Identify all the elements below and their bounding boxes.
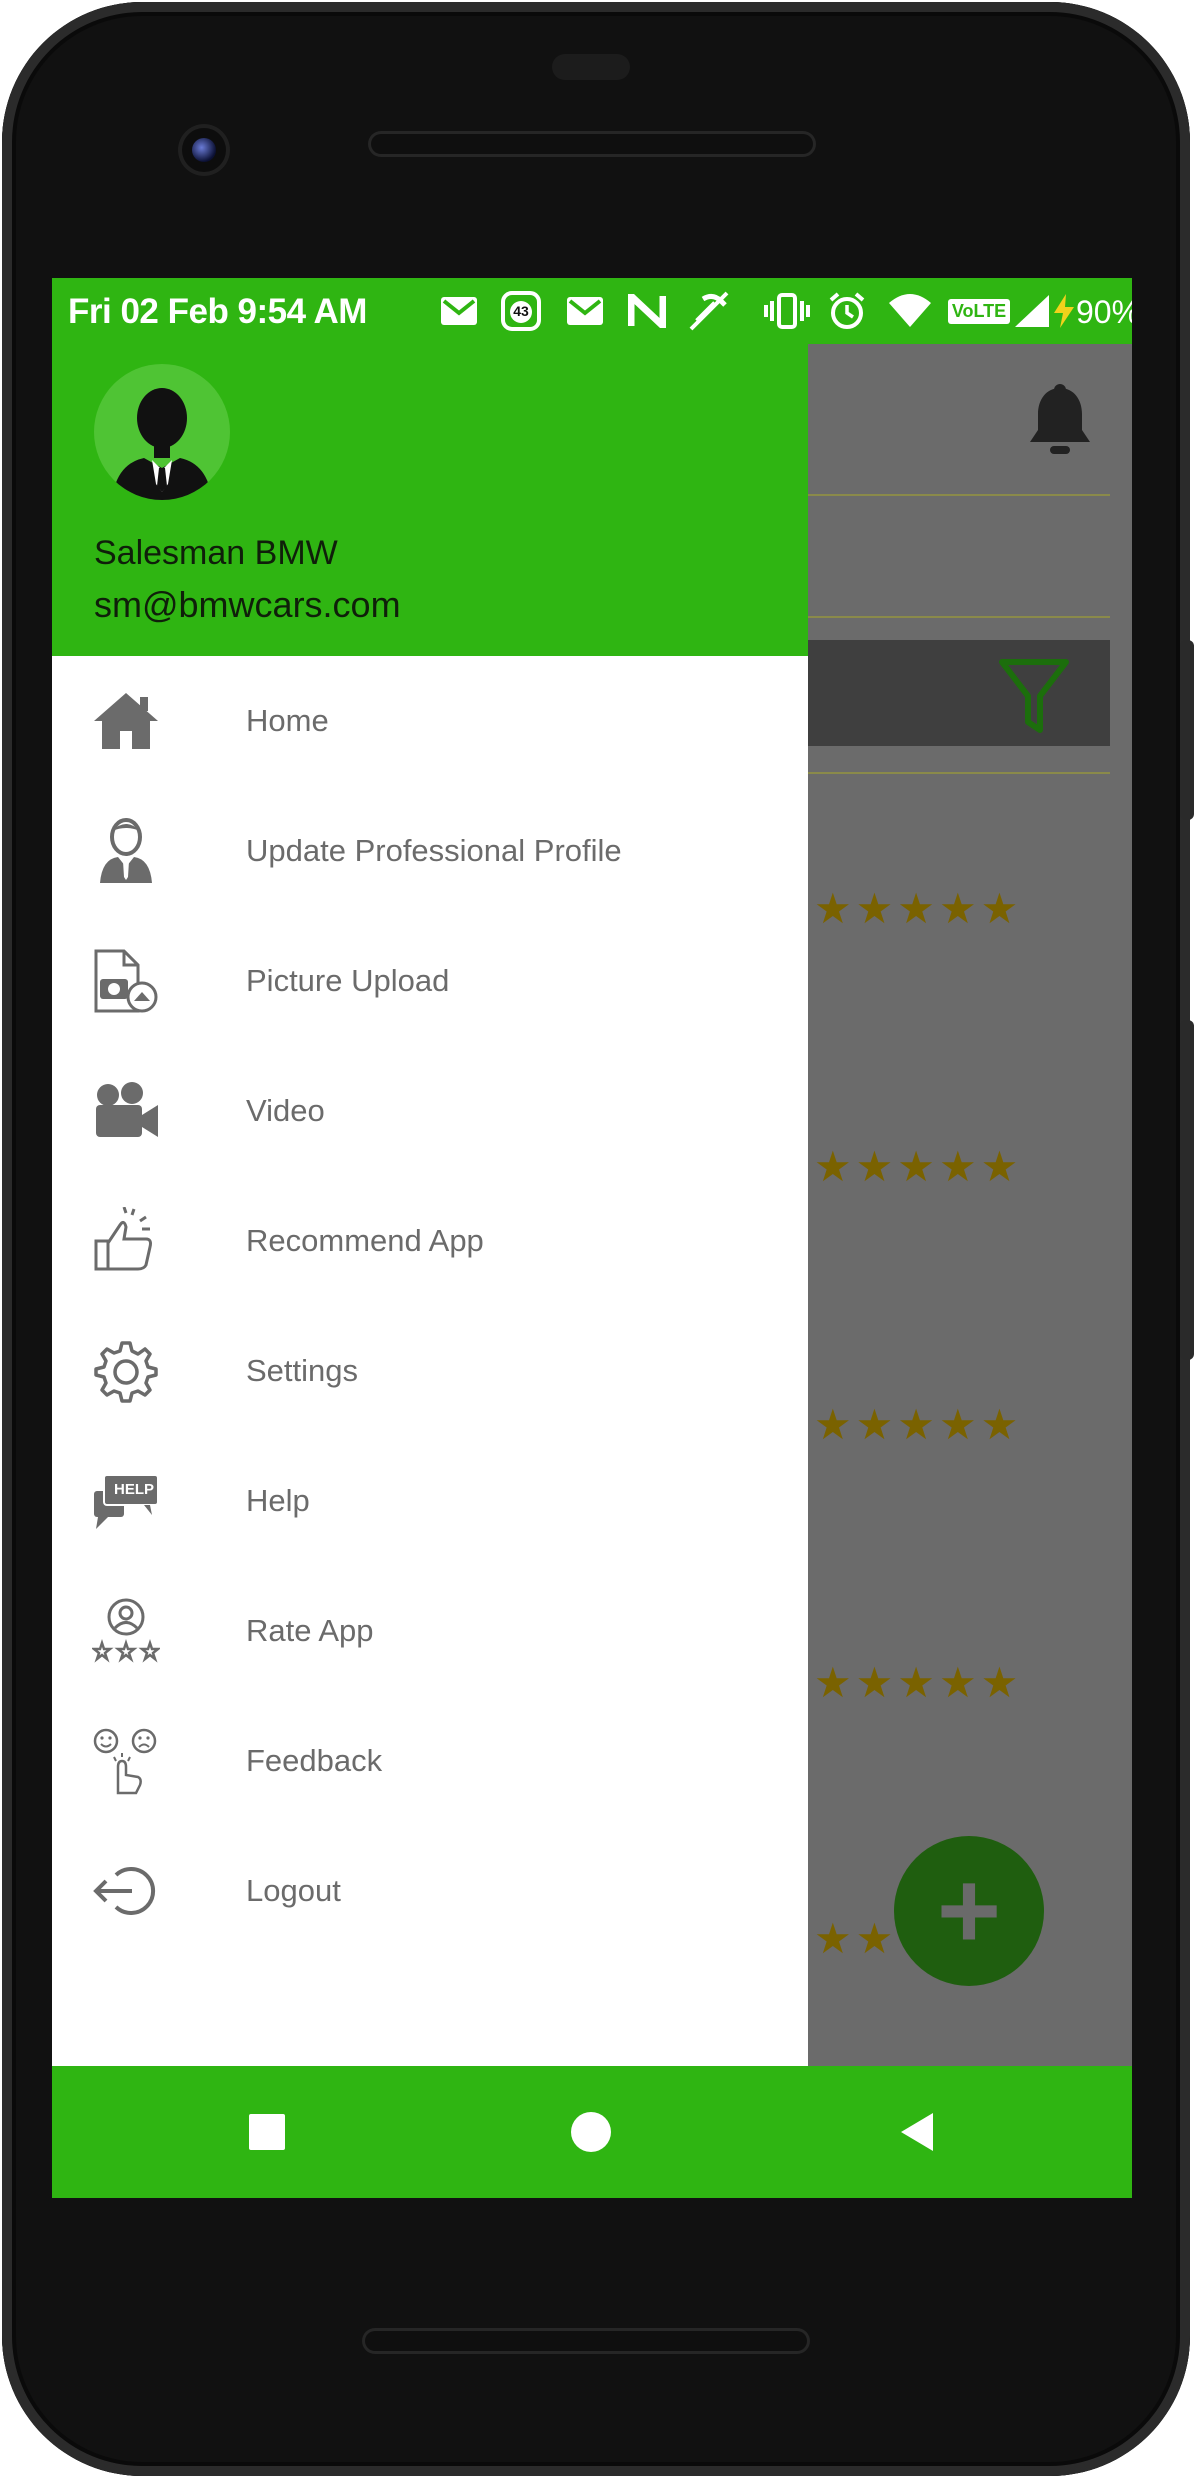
camera-lens [192,138,216,162]
recents-button[interactable] [212,2066,322,2198]
earpiece [552,54,630,80]
menu-item-feedback[interactable]: Feedback [52,1696,808,1826]
help-badge: HELP [114,1481,155,1498]
thumbs-up-icon [92,1207,160,1275]
rating-stars: ★★★★★ [814,1659,1023,1706]
divider [804,772,1110,774]
alarm-icon [826,290,868,332]
profile-icon [92,817,160,885]
rating-stars: ★★★★★ [814,1401,1023,1448]
mute-icon [686,290,732,332]
gmail-icon [564,290,606,332]
help-chat-icon: HELP [92,1467,160,1535]
menu-label: Settings [246,1353,359,1388]
menu-label: Rate App [246,1613,374,1648]
navigation-drawer: Salesman BMW sm@bmwcars.com Home Update … [52,344,808,2066]
back-button[interactable] [862,2066,972,2198]
menu-label: Video [246,1093,325,1128]
user-email: sm@bmwcars.com [94,584,401,625]
gmail-icon [438,290,480,332]
wifi-icon [886,290,934,332]
power-button [1180,640,1194,820]
menu-item-help[interactable]: HELP Help [52,1436,808,1566]
system-navigation-bar [52,2066,1132,2198]
status-time: Fri 02 Feb 9:54 AM [68,292,367,331]
avatar[interactable] [94,364,230,500]
feedback-icon [92,1727,160,1795]
menu-item-recommend-app[interactable]: Recommend App [52,1176,808,1306]
menu-item-video[interactable]: Video [52,1046,808,1176]
vibrate-icon [764,290,810,332]
volume-button [1180,1020,1194,1360]
menu-item-logout[interactable]: Logout [52,1826,808,1956]
notification-bell-icon[interactable] [1024,384,1096,460]
volte-label: VoLTE [947,298,1011,324]
menu-item-picture-upload[interactable]: Picture Upload [52,916,808,1046]
notification-count-icon: 43 [500,290,542,332]
status-bar: Fri 02 Feb 9:54 AM 43 VoLTE 90 [52,278,1132,344]
gear-icon [92,1337,160,1405]
filter-icon[interactable] [998,656,1070,736]
menu-label: Recommend App [246,1223,484,1258]
menu-item-update-professional-profile[interactable]: Update Professional Profile [52,786,808,916]
circle-icon [571,2112,611,2152]
menu-item-rate-app[interactable]: Rate App [52,1566,808,1696]
signal-icon [1012,290,1052,332]
screen: Fri 02 Feb 9:54 AM 43 VoLTE 90 ★★★★★ ★★★… [52,278,1132,2198]
video-camera-icon [92,1077,160,1145]
menu-label: Logout [246,1873,341,1908]
menu-label: Home [246,703,329,738]
menu-label: Update Professional Profile [246,833,622,868]
bottom-speaker [362,2328,810,2354]
menu-label: Feedback [246,1743,383,1778]
add-fab-button[interactable]: + [894,1836,1044,1986]
menu-label: Help [246,1483,310,1518]
divider [804,494,1110,496]
notification-badge: 43 [513,303,529,319]
user-name: Salesman BMW [94,534,338,572]
charging-icon [1052,290,1076,332]
phone-frame: Fri 02 Feb 9:54 AM 43 VoLTE 90 ★★★★★ ★★★… [0,0,1194,2480]
volte-icon: VoLTE [947,290,1011,332]
rating-stars: ★★★★★ [814,1143,1023,1190]
menu-label: Picture Upload [246,963,450,998]
square-icon [249,2114,285,2150]
menu-item-home[interactable]: Home [52,656,808,786]
drawer-header: Salesman BMW sm@bmwcars.com [52,344,808,656]
n-app-icon [626,290,668,332]
top-speaker [368,131,816,157]
logout-icon [92,1857,160,1925]
rating-stars: ★★★★★ [814,885,1023,932]
home-icon [92,687,160,755]
picture-upload-icon [92,947,160,1015]
divider [804,616,1110,618]
rating-stars: ★★ [814,1915,898,1962]
home-button[interactable] [536,2066,646,2198]
battery-percent: 90% [1076,294,1132,330]
menu-item-settings[interactable]: Settings [52,1306,808,1436]
plus-icon: + [936,1849,1002,1972]
back-triangle-icon [901,2113,933,2151]
rate-app-icon [92,1597,160,1665]
